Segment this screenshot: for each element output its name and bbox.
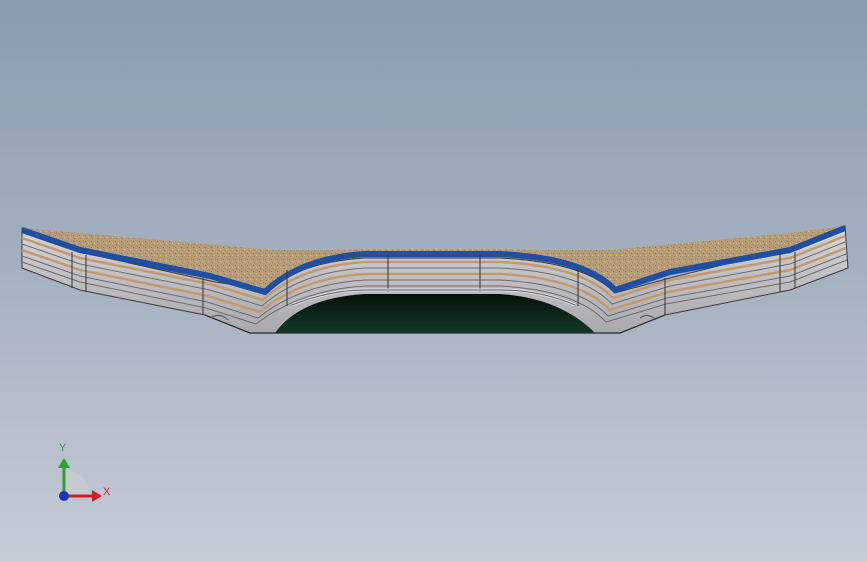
x-axis-label: X <box>103 486 111 498</box>
triad-quarter-disc <box>64 470 90 496</box>
z-axis-icon <box>59 491 69 501</box>
y-axis-label: Y <box>59 442 67 454</box>
graphics-viewport[interactable]: Y X <box>0 0 867 562</box>
axis-triad: Y X <box>40 440 120 510</box>
3d-model[interactable] <box>0 0 867 562</box>
